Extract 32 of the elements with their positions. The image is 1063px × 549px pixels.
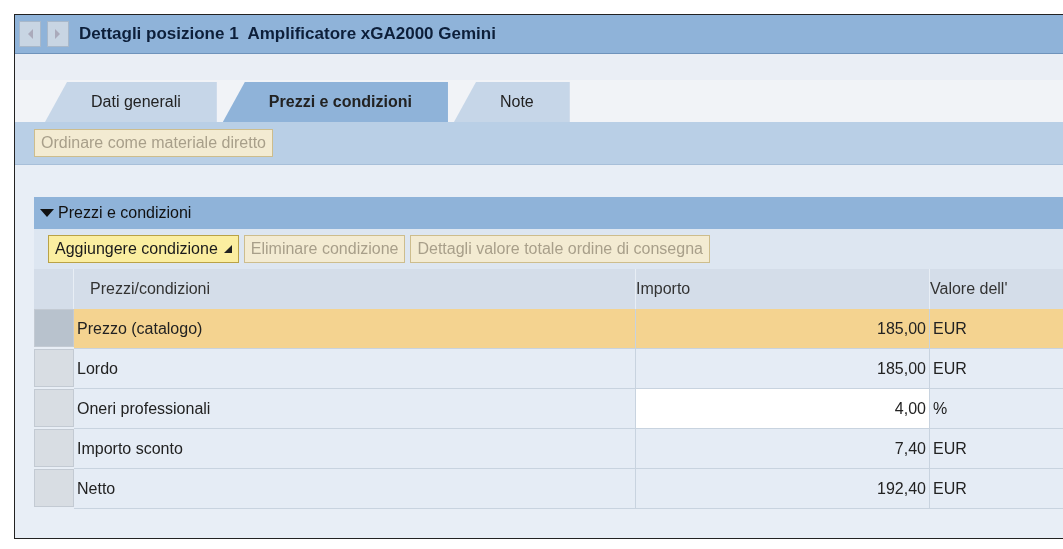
forward-button[interactable] — [47, 21, 69, 47]
toolbar-button[interactable]: Aggiungere condizione — [48, 235, 239, 263]
row-selector[interactable] — [34, 309, 74, 347]
section-title: Prezzi e condizioni — [58, 204, 192, 222]
row-selector[interactable] — [34, 389, 74, 427]
tab[interactable]: Dati generali — [45, 82, 217, 122]
input-field[interactable]: 4,00 — [636, 389, 930, 429]
row-selector[interactable] — [34, 429, 74, 467]
table-cell: Lordo — [74, 349, 636, 389]
caret-icon — [223, 245, 232, 253]
row-selector[interactable] — [34, 349, 74, 387]
table-cell: 192,40 — [636, 469, 930, 509]
column-header: Valore dell' — [930, 269, 1063, 309]
column-header: Prezzi/condizioni — [74, 269, 636, 309]
tab[interactable]: Prezzi e condizioni — [222, 82, 448, 122]
table-cell: 7,40 — [636, 429, 930, 469]
table-cell: 185,00 — [636, 349, 930, 389]
left-arrow-icon — [26, 28, 34, 40]
tab[interactable]: Note — [453, 82, 570, 122]
triangle-icon — [40, 208, 54, 218]
table-cell: 185,00 — [636, 309, 930, 349]
table-cell: Prezzo (catalogo) — [74, 309, 636, 349]
table-cell: Importo sconto — [74, 429, 636, 469]
back-button[interactable] — [19, 21, 41, 47]
row-selector[interactable] — [34, 469, 74, 507]
column-header: Importo — [636, 269, 930, 309]
table-cell: EUR — [930, 309, 1063, 349]
table-cell: Oneri professionali — [74, 389, 636, 429]
right-arrow-icon — [54, 28, 62, 40]
section-header[interactable]: Prezzi e condizioni — [34, 197, 1063, 229]
window-title: Dettagli posizione 1 Amplificatore xGA2000 Gemini — [79, 24, 496, 44]
table-cell: Netto — [74, 469, 636, 509]
